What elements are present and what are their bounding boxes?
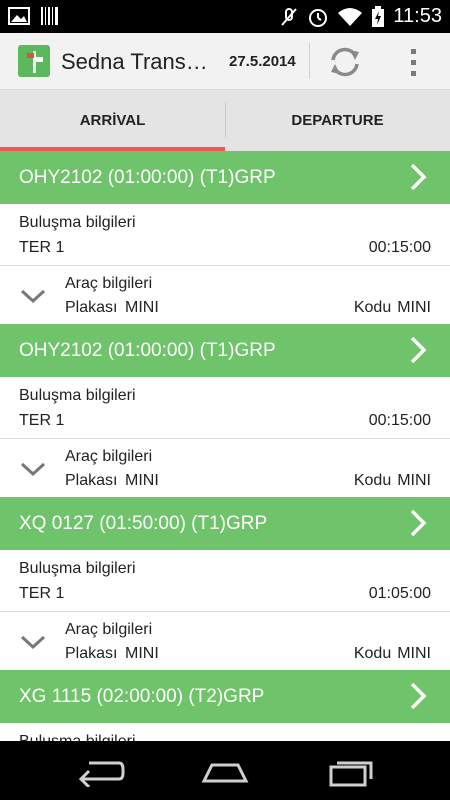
- clock: 11:53: [393, 5, 442, 27]
- flight-title: XG 1115 (02:00:00) (T2)GRP: [19, 685, 265, 707]
- status-bar: 11:53: [0, 0, 450, 33]
- transfer-card: XG 1115 (02:00:00) (T2)GRP Buluşma bilgi…: [0, 670, 450, 741]
- code-value: MINI: [397, 472, 431, 489]
- tab-separator: [225, 103, 226, 137]
- vehicle-info[interactable]: Araç bilgileri Plakası MINI Kodu MINI: [0, 439, 450, 497]
- code-value: MINI: [397, 299, 431, 316]
- chevron-right-icon: [410, 682, 427, 710]
- meeting-info: Buluşma bilgileri TER 1 00:15:00: [0, 377, 450, 439]
- flight-title: XQ 0127 (01:50:00) (T1)GRP: [19, 512, 268, 534]
- meeting-info: Buluşma bilgileri TER 1 01:05:00: [0, 550, 450, 612]
- meeting-label: Buluşma bilgileri: [19, 214, 136, 231]
- flight-header[interactable]: XQ 0127 (01:50:00) (T1)GRP: [0, 497, 450, 550]
- chevron-right-icon: [410, 163, 427, 191]
- chevron-right-icon: [410, 509, 427, 537]
- action-bar: Sedna Trans… 27.5.2014: [0, 33, 450, 90]
- meeting-time: 00:15:00: [368, 412, 431, 429]
- flight-header[interactable]: XG 1115 (02:00:00) (T2)GRP: [0, 670, 450, 723]
- chevron-down-icon[interactable]: [20, 288, 46, 304]
- transfer-card: XQ 0127 (01:50:00) (T1)GRP Buluşma bilgi…: [0, 497, 450, 670]
- chevron-down-icon[interactable]: [20, 634, 46, 650]
- flight-header[interactable]: OHY2102 (01:00:00) (T1)GRP: [0, 324, 450, 377]
- date-label[interactable]: 27.5.2014: [229, 53, 296, 70]
- code-label: Kodu: [353, 472, 392, 489]
- wifi-icon: [338, 7, 363, 26]
- terminal-value: TER 1: [19, 585, 65, 602]
- code-label: Kodu: [353, 645, 392, 662]
- battery-charging-icon: [372, 5, 385, 27]
- chevron-down-icon[interactable]: [20, 461, 46, 477]
- vehicle-label: Araç bilgileri: [65, 448, 153, 465]
- flight-title: OHY2102 (01:00:00) (T1)GRP: [19, 166, 276, 188]
- transfer-list[interactable]: OHY2102 (01:00:00) (T1)GRP Buluşma bilgi…: [0, 151, 450, 741]
- image-icon: [8, 7, 30, 25]
- meeting-info: Buluşma bilgileri TER 1 00:15:00: [0, 204, 450, 266]
- barcode-icon: [41, 7, 58, 25]
- action-bar-divider: [309, 43, 310, 79]
- overflow-menu-icon[interactable]: [398, 43, 430, 81]
- code-value: MINI: [397, 645, 431, 662]
- back-icon[interactable]: [75, 755, 125, 787]
- flight-title: OHY2102 (01:00:00) (T1)GRP: [19, 339, 276, 361]
- plate-label: Plakası: [65, 472, 118, 489]
- vehicle-label: Araç bilgileri: [65, 275, 153, 292]
- chevron-right-icon: [410, 336, 427, 364]
- refresh-icon[interactable]: [326, 43, 364, 81]
- vehicle-code: Kodu MINI: [354, 645, 431, 663]
- tab-arrival[interactable]: ARRİVAL: [0, 90, 225, 151]
- tab-departure[interactable]: DEPARTURE: [225, 90, 450, 151]
- vehicle-code: Kodu MINI: [354, 299, 431, 317]
- vehicle-info[interactable]: Araç bilgileri Plakası MINI Kodu MINI: [0, 612, 450, 670]
- plate-label: Plakası: [65, 645, 118, 662]
- transfer-card: OHY2102 (01:00:00) (T1)GRP Buluşma bilgi…: [0, 151, 450, 324]
- plate-value: MINI: [125, 472, 159, 489]
- mute-icon: [281, 7, 298, 26]
- terminal-value: TER 1: [19, 239, 65, 256]
- meeting-label: Buluşma bilgileri: [19, 733, 136, 741]
- terminal-value: TER 1: [19, 412, 65, 429]
- transfer-card: OHY2102 (01:00:00) (T1)GRP Buluşma bilgi…: [0, 324, 450, 497]
- recent-apps-icon[interactable]: [327, 755, 377, 787]
- meeting-time: 01:05:00: [368, 585, 431, 602]
- alarm-icon: [309, 8, 328, 27]
- vehicle-info[interactable]: Araç bilgileri Plakası MINI Kodu MINI: [0, 266, 450, 324]
- meeting-label: Buluşma bilgileri: [19, 387, 136, 404]
- plate-label: Plakası: [65, 299, 118, 316]
- plate-value: MINI: [125, 645, 159, 662]
- navigation-bar: [0, 741, 450, 800]
- meeting-info: Buluşma bilgileri: [0, 723, 450, 741]
- code-label: Kodu: [353, 299, 392, 316]
- plate-value: MINI: [125, 299, 159, 316]
- flight-header[interactable]: OHY2102 (01:00:00) (T1)GRP: [0, 151, 450, 204]
- meeting-label: Buluşma bilgileri: [19, 560, 136, 577]
- vehicle-label: Araç bilgileri: [65, 621, 153, 638]
- app-title: Sedna Trans…: [61, 49, 208, 74]
- home-icon[interactable]: [200, 755, 250, 787]
- app-logo-icon[interactable]: [18, 45, 50, 77]
- meeting-time: 00:15:00: [368, 239, 431, 256]
- vehicle-code: Kodu MINI: [354, 472, 431, 490]
